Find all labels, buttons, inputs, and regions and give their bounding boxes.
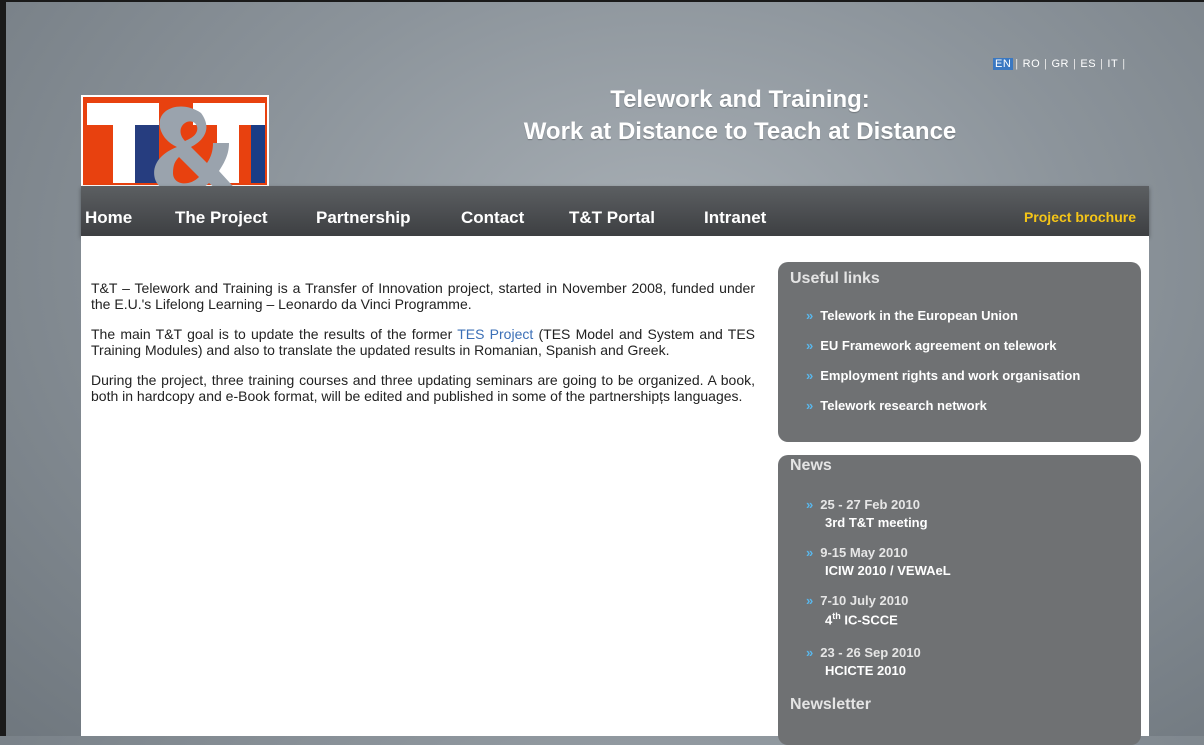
site-title-line1: Telework and Training:: [610, 86, 870, 113]
news-title-ordinal: th: [832, 611, 841, 621]
main-navbar: Home The Project Partnership Contact T&T…: [81, 186, 1149, 236]
site-title-line2: Work at Distance to Teach at Distance: [523, 118, 957, 145]
nav-tt-portal[interactable]: T&T Portal: [569, 208, 655, 228]
news-item-title[interactable]: HCICTE 2010: [825, 663, 906, 678]
news-item-date[interactable]: » 9-15 May 2010: [806, 545, 908, 560]
chevron-right-icon: »: [806, 645, 814, 660]
newsletter-title: Newsletter: [790, 696, 871, 713]
news-item-date[interactable]: » 23 - 26 Sep 2010: [806, 645, 921, 660]
useful-link-item[interactable]: » Employment rights and work organisation: [806, 368, 1080, 383]
nav-contact[interactable]: Contact: [461, 208, 524, 228]
site-logo[interactable]: [81, 95, 269, 195]
lang-ro[interactable]: RO: [1021, 58, 1043, 70]
chevron-right-icon: »: [806, 338, 814, 353]
lang-gr[interactable]: GR: [1050, 58, 1072, 70]
useful-link-item[interactable]: » EU Framework agreement on telework: [806, 338, 1056, 353]
lang-en[interactable]: EN: [993, 58, 1014, 70]
nav-partnership[interactable]: Partnership: [316, 208, 410, 228]
tes-project-link[interactable]: TES Project: [457, 326, 533, 342]
news-item-date[interactable]: » 7-10 July 2010: [806, 593, 908, 608]
activities-paragraph: During the project, three training cours…: [91, 372, 755, 404]
news-date-label: 23 - 26 Sep 2010: [820, 645, 921, 660]
chevron-right-icon: »: [806, 368, 814, 383]
chevron-right-icon: »: [806, 593, 814, 608]
goal-text-before: The main T&T goal is to update the resul…: [91, 326, 458, 342]
main-content: T&T – Telework and Training is a Transfe…: [91, 280, 755, 418]
goal-paragraph: The main T&T goal is to update the resul…: [91, 326, 755, 358]
lang-separator: |: [1044, 58, 1048, 70]
intro-paragraph: T&T – Telework and Training is a Transfe…: [91, 280, 755, 312]
nav-home[interactable]: Home: [85, 208, 132, 228]
lang-separator: |: [1015, 58, 1019, 70]
news-title-rest: IC-SCCE: [840, 612, 898, 628]
lang-es[interactable]: ES: [1078, 58, 1098, 70]
news-item-title[interactable]: 4th IC-SCCE: [825, 611, 898, 627]
window-frame-left: [0, 0, 6, 736]
chevron-right-icon: »: [806, 545, 814, 560]
chevron-right-icon: »: [806, 497, 814, 512]
useful-link-label: EU Framework agreement on telework: [820, 338, 1057, 353]
lang-separator: |: [1073, 58, 1077, 70]
language-selector: EN | RO | GR | ES | IT |: [993, 58, 1128, 70]
window-frame-top: [0, 0, 1204, 2]
news-date-label: 9-15 May 2010: [820, 545, 908, 560]
useful-link-item[interactable]: » Telework research network: [806, 398, 987, 413]
news-item-title[interactable]: ICIW 2010 / VEWAeL: [825, 563, 951, 578]
useful-links-box: Useful links » Telework in the European U…: [778, 262, 1141, 442]
lang-separator: |: [1100, 58, 1104, 70]
useful-link-label: Telework in the European Union: [820, 308, 1018, 323]
chevron-right-icon: »: [806, 398, 814, 413]
useful-links-title: Useful links: [790, 270, 880, 287]
site-title: Telework and Training: Work at Distance …: [460, 84, 1020, 148]
nav-intranet[interactable]: Intranet: [704, 208, 766, 228]
useful-link-label: Employment rights and work organisation: [820, 368, 1081, 383]
useful-link-label: Telework research network: [820, 398, 987, 413]
news-date-label: 25 - 27 Feb 2010: [820, 497, 920, 512]
nav-the-project[interactable]: The Project: [175, 208, 268, 228]
news-title: News: [790, 457, 832, 474]
news-box: News » 25 - 27 Feb 2010 3rd T&T meeting »…: [778, 455, 1141, 745]
news-item-date[interactable]: » 25 - 27 Feb 2010: [806, 497, 920, 512]
project-brochure-link[interactable]: Project brochure: [1024, 209, 1136, 225]
useful-link-item[interactable]: » Telework in the European Union: [806, 308, 1018, 323]
news-item-title[interactable]: 3rd T&T meeting: [825, 515, 928, 530]
news-date-label: 7-10 July 2010: [820, 593, 909, 608]
lang-it[interactable]: IT: [1105, 58, 1120, 70]
lang-separator: |: [1122, 58, 1126, 70]
chevron-right-icon: »: [806, 308, 814, 323]
